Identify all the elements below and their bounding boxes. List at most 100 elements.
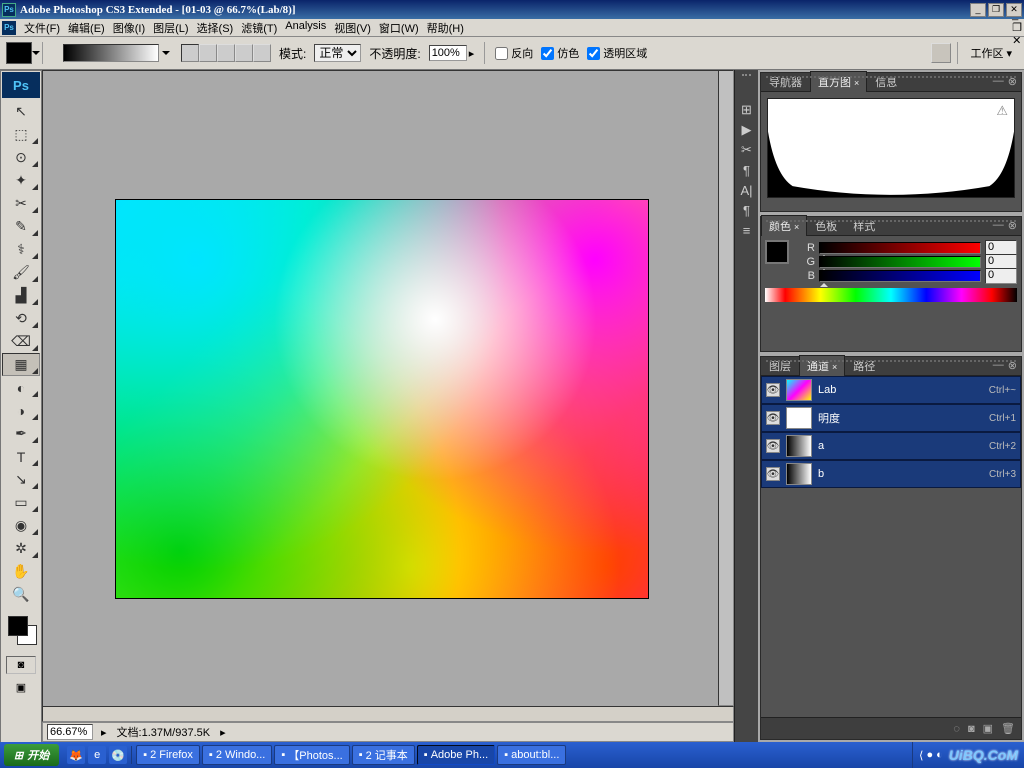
tab-channels[interactable]: 通道×	[799, 355, 845, 376]
quickmask-toggle[interactable]: ◙	[6, 656, 36, 674]
dock-icon-1[interactable]: ▶	[737, 120, 757, 140]
panel-minimize-icon[interactable]: —	[993, 219, 1004, 232]
panel-close-icon[interactable]: ⊗	[1008, 219, 1017, 232]
tab-swatches[interactable]: 色板	[807, 215, 845, 236]
load-selection-icon[interactable]: ◌	[953, 723, 960, 735]
minimize-button[interactable]: _	[970, 3, 986, 17]
channel-row-明度[interactable]: 👁明度Ctrl+1	[761, 404, 1021, 432]
task-item[interactable]: ▪Adobe Ph...	[417, 745, 495, 765]
reverse-checkbox[interactable]	[495, 47, 508, 60]
panel-minimize-icon[interactable]: —	[993, 75, 1004, 88]
visibility-eye-icon[interactable]: 👁	[766, 439, 780, 453]
blur-tool[interactable]: ◐	[2, 376, 40, 399]
menu-窗口[interactable]: 窗口(W)	[375, 18, 423, 38]
transparency-checkbox[interactable]	[587, 47, 600, 60]
tab-layers[interactable]: 图层	[761, 355, 799, 376]
visibility-eye-icon[interactable]: 👁	[766, 467, 780, 481]
doc-restore-button[interactable]: ❐	[1012, 21, 1022, 34]
quicklaunch-disk-icon[interactable]: 💿	[109, 746, 127, 764]
horizontal-scrollbar[interactable]	[42, 706, 734, 722]
goto-bridge-button[interactable]	[931, 43, 951, 63]
statusbar-popup-icon[interactable]: ▸	[216, 726, 230, 739]
slider-G[interactable]	[819, 256, 981, 268]
tab-styles[interactable]: 样式	[845, 215, 883, 236]
hand-tool[interactable]: ✋	[2, 560, 40, 583]
tab-histogram[interactable]: 直方图×	[810, 71, 867, 92]
move-tool[interactable]: ↖	[2, 100, 40, 123]
type-tool[interactable]: T	[2, 445, 40, 468]
gradient-tool[interactable]: ▦	[2, 353, 40, 376]
menu-滤镜[interactable]: 滤镜(T)	[237, 18, 281, 38]
screenmode-toggle[interactable]: ▣	[6, 678, 36, 696]
eyedropper-tool[interactable]: ✲	[2, 537, 40, 560]
tab-paths[interactable]: 路径	[845, 355, 883, 376]
panel-close-icon[interactable]: ⊗	[1008, 75, 1017, 88]
delete-channel-icon[interactable]: 🗑	[1001, 722, 1015, 735]
dock-icon-4[interactable]: A|	[737, 180, 757, 200]
doc-minimize-button[interactable]: _	[1012, 9, 1022, 21]
visibility-eye-icon[interactable]: 👁	[766, 383, 780, 397]
crop-tool[interactable]: ✂	[2, 192, 40, 215]
tab-color[interactable]: 颜色×	[761, 215, 807, 236]
workspace-menu[interactable]: 工作区	[964, 43, 1018, 63]
opacity-slider-icon[interactable]: ▸	[469, 47, 475, 60]
magic-wand-tool[interactable]: ✦	[2, 169, 40, 192]
eraser-tool[interactable]: ⌫	[2, 330, 40, 353]
menu-选择[interactable]: 选择(S)	[193, 18, 238, 38]
tab-info[interactable]: 信息	[867, 71, 905, 92]
panel-minimize-icon[interactable]: —	[993, 359, 1004, 372]
dither-checkbox[interactable]	[541, 47, 554, 60]
dodge-tool[interactable]: ◑	[2, 399, 40, 422]
tray-icon[interactable]: ●	[926, 749, 933, 761]
shape-tool[interactable]: ▭	[2, 491, 40, 514]
menu-图像[interactable]: 图像(I)	[109, 18, 149, 38]
task-item[interactable]: ▪2 记事本	[352, 745, 415, 765]
tray-icon[interactable]: ◐	[936, 749, 943, 761]
menu-帮助[interactable]: 帮助(H)	[423, 18, 468, 38]
dock-icon-3[interactable]: ¶	[737, 160, 757, 180]
task-item[interactable]: ▪【Photos...	[274, 745, 349, 765]
slice-tool[interactable]: ✎	[2, 215, 40, 238]
task-item[interactable]: ▪2 Firefox	[136, 745, 200, 765]
maximize-button[interactable]: ❐	[988, 3, 1004, 17]
menu-Analysis[interactable]: Analysis	[281, 18, 330, 38]
statusbar-menu-icon[interactable]: ▸	[97, 726, 111, 739]
opacity-input[interactable]: 100%	[429, 45, 467, 61]
tool-preset-picker[interactable]	[6, 42, 32, 64]
tray-icon[interactable]: ⟨	[919, 749, 923, 762]
notes-tool[interactable]: ◉	[2, 514, 40, 537]
canvas[interactable]	[115, 199, 649, 599]
quicklaunch-ie-icon[interactable]: e	[88, 746, 106, 764]
dock-icon-6[interactable]: ≡	[737, 220, 757, 240]
marquee-tool[interactable]: ⬚	[2, 123, 40, 146]
color-swatches[interactable]	[2, 612, 40, 654]
channel-row-Lab[interactable]: 👁LabCtrl+~	[761, 376, 1021, 404]
history-brush-tool[interactable]: ⟲	[2, 307, 40, 330]
save-selection-icon[interactable]: ◙	[968, 723, 975, 735]
slider-R[interactable]	[819, 242, 981, 254]
color-ramp[interactable]	[765, 288, 1017, 302]
tab-navigator[interactable]: 导航器	[761, 71, 810, 92]
dock-icon-5[interactable]: ¶	[737, 200, 757, 220]
lasso-tool[interactable]: ⊙	[2, 146, 40, 169]
visibility-eye-icon[interactable]: 👁	[766, 411, 780, 425]
panel-close-icon[interactable]: ⊗	[1008, 359, 1017, 372]
foreground-color-swatch[interactable]	[8, 616, 28, 636]
gradient-angle-button[interactable]	[217, 44, 235, 62]
gradient-linear-button[interactable]	[181, 44, 199, 62]
healing-tool[interactable]: ⚕	[2, 238, 40, 261]
document-window[interactable]	[42, 70, 735, 726]
zoom-input[interactable]: 66.67%	[47, 724, 93, 740]
zoom-tool[interactable]: 🔍	[2, 583, 40, 606]
start-button[interactable]: ⊞ 开始	[4, 744, 59, 766]
gradient-reflected-button[interactable]	[235, 44, 253, 62]
menu-视图[interactable]: 视图(V)	[330, 18, 375, 38]
brush-tool[interactable]: 🖌	[2, 261, 40, 284]
gradient-radial-button[interactable]	[199, 44, 217, 62]
path-select-tool[interactable]: ↘	[2, 468, 40, 491]
menu-文件[interactable]: 文件(F)	[20, 18, 64, 38]
value-B[interactable]: 0	[985, 268, 1017, 284]
gradient-diamond-button[interactable]	[253, 44, 271, 62]
menu-编辑[interactable]: 编辑(E)	[64, 18, 109, 38]
new-channel-icon[interactable]: ▣	[983, 722, 993, 735]
